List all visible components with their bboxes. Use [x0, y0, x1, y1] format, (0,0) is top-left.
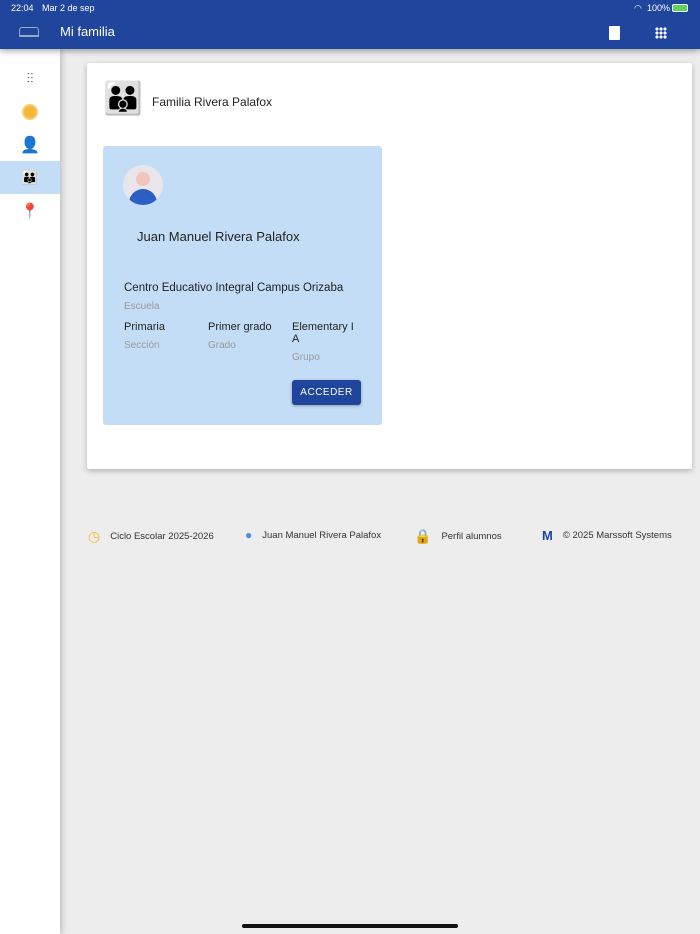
- battery-level: 100%: [647, 3, 671, 13]
- group-value: Elementary I A: [292, 321, 354, 345]
- group-label: Grupo: [292, 352, 320, 363]
- book-icon[interactable]: [609, 26, 620, 40]
- sidebar-item-profile[interactable]: 👤: [0, 128, 60, 161]
- sidebar-item-settings[interactable]: ⫶⫶: [0, 62, 60, 95]
- clock-icon: ◷: [88, 528, 101, 544]
- apps-grid-icon[interactable]: [655, 27, 667, 39]
- student-card: Juan Manuel Rivera Palafox Centro Educat…: [103, 146, 382, 425]
- footer-user: ● Juan Manuel Rivera Palafox: [245, 528, 381, 542]
- profile-text: Perfil alumnos: [441, 531, 502, 542]
- cycle-text: Ciclo Escolar 2025-2026: [110, 531, 214, 542]
- access-button[interactable]: ACCEDER: [292, 380, 361, 405]
- school-label: Escuela: [124, 301, 160, 312]
- family-title: Familia Rivera Palafox: [152, 95, 273, 109]
- marssoft-logo-icon: M: [542, 528, 553, 543]
- user-text: Juan Manuel Rivera Palafox: [262, 529, 382, 541]
- school-value: Centro Educativo Integral Campus Orizaba: [124, 282, 344, 294]
- page-title: Mi familia: [60, 24, 115, 39]
- family-illustration-icon: 👪: [103, 80, 143, 116]
- wifi-icon: ◠: [634, 3, 642, 13]
- sliders-icon: ⫶⫶: [26, 70, 34, 86]
- footer-profile: 🔒 Perfil alumnos: [414, 528, 502, 545]
- top-bar: 22:04 Mar 2 de sep ◠ 100% Mi familia: [0, 0, 700, 49]
- sidebar: ⫶⫶ 👤 👪 📍: [0, 49, 60, 934]
- location-pin-icon: 📍: [20, 202, 40, 220]
- lock-icon: 🔒: [414, 528, 432, 544]
- battery-icon: [672, 4, 688, 12]
- status-date: Mar 2 de sep: [42, 3, 95, 13]
- status-time: 22:04: [11, 3, 34, 13]
- sidebar-item-family[interactable]: 👪: [0, 161, 60, 194]
- grade-value: Primer grado: [208, 321, 272, 333]
- grade-label: Grado: [208, 340, 236, 351]
- copyright-text: © 2025 Marssoft Systems: [562, 530, 672, 541]
- section-value: Primaria: [124, 321, 165, 333]
- family-icon: 👪: [21, 169, 39, 185]
- coin-icon: [22, 103, 38, 120]
- footer-cycle: ◷ Ciclo Escolar 2025-2026: [88, 528, 214, 545]
- family-card: 👪 Familia Rivera Palafox Juan Manuel Riv…: [87, 63, 692, 469]
- footer-copyright: M © 2025 Marssoft Systems: [542, 528, 672, 543]
- logo-icon[interactable]: [19, 27, 39, 37]
- user-icon: 👤: [20, 136, 40, 154]
- sidebar-item-payments[interactable]: [0, 95, 60, 128]
- home-indicator: [242, 924, 458, 928]
- sidebar-item-location[interactable]: 📍: [0, 194, 60, 227]
- user-icon: ●: [245, 528, 253, 542]
- student-avatar: [123, 165, 163, 205]
- student-name: Juan Manuel Rivera Palafox: [137, 229, 300, 244]
- section-label: Sección: [124, 340, 160, 351]
